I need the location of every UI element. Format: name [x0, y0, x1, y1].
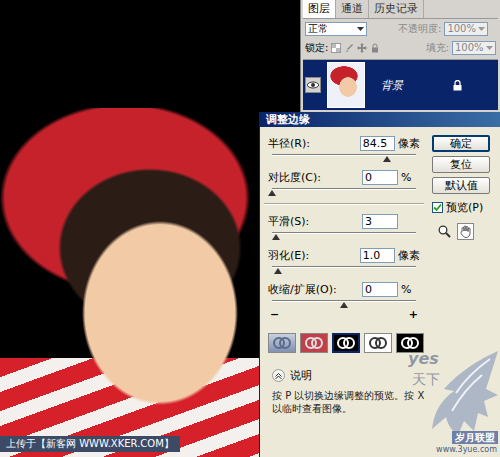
slider[interactable] [272, 185, 416, 197]
field-label: 平滑(S): [268, 214, 362, 229]
value-input[interactable]: 0 [362, 170, 398, 185]
eye-icon [307, 81, 319, 89]
dropdown-arrow-icon [478, 27, 485, 31]
rings-icon [399, 336, 421, 350]
lock-all-icon[interactable] [370, 43, 380, 53]
blend-mode-select[interactable]: 正常 [305, 22, 367, 36]
lock-brush-icon[interactable] [344, 43, 354, 53]
description-toggle[interactable]: 说明 [272, 367, 500, 383]
unit-label: 像素 [398, 136, 420, 151]
layers-panel: 图层通道历史记录正常不透明度:100%锁定:填充:100%背景 [300, 0, 500, 112]
slider-group: 羽化(E):1.0像素 [268, 247, 420, 275]
watermark-badge: 岁月联盟 [452, 431, 498, 444]
layer-name: 背景 [381, 78, 403, 93]
description-label: 说明 [290, 368, 312, 383]
opacity-label: 不透明度: [398, 22, 441, 36]
field-label: 对比度(C): [268, 170, 362, 185]
rings-icon [367, 336, 389, 350]
rings-icon [303, 336, 325, 350]
slider-thumb[interactable] [383, 156, 391, 162]
slider-thumb[interactable] [274, 268, 282, 274]
description-text: 按 P 以切换边缘调整的预览。按 X以临时查看图像。 [272, 389, 492, 415]
checkbox-box[interactable] [432, 202, 443, 213]
tools [432, 223, 490, 240]
slider-thumb[interactable] [268, 190, 276, 196]
value-input[interactable]: 3 [362, 214, 398, 229]
zoom-icon[interactable] [438, 225, 451, 238]
visibility-toggle[interactable] [305, 77, 321, 93]
view-mode-button[interactable] [396, 333, 424, 353]
checkbox-label: 预览(P) [446, 200, 483, 215]
slider[interactable] [272, 263, 416, 275]
slider-marks: −+ [268, 309, 420, 321]
fill-label: 填充: [426, 41, 449, 55]
lock-icon [453, 80, 462, 91]
dialog-title: 调整边缘 [260, 112, 500, 127]
panel-tab[interactable]: 通道 [336, 0, 369, 18]
layer-row[interactable]: 背景 [303, 59, 498, 110]
slider[interactable] [272, 297, 416, 309]
slider[interactable] [272, 151, 416, 163]
blend-row: 正常 不透明度:100% [303, 19, 498, 38]
slider-group: 对比度(C):0% [268, 169, 420, 197]
panel-tabs: 图层通道历史记录 [303, 0, 498, 19]
view-mode-button[interactable] [300, 333, 328, 353]
field-label: 羽化(E): [268, 248, 360, 263]
value-input[interactable]: 1.0 [360, 248, 395, 263]
preview-checkbox[interactable]: 预览(P) [432, 200, 490, 215]
dialog-button[interactable]: 默认值 [432, 177, 490, 194]
value-input[interactable]: 0 [362, 282, 398, 297]
slider[interactable] [272, 229, 416, 241]
refine-edge-dialog: 调整边缘半径(R):84.5像素对比度(C):0%平滑(S):3羽化(E):1.… [259, 112, 500, 457]
screen: 上传于【新客网 WWW.XKER.COM】图层通道历史记录正常不透明度:100%… [0, 0, 500, 457]
unit-label: 像素 [398, 248, 420, 263]
photo [0, 108, 262, 457]
slider-thumb[interactable] [272, 234, 280, 240]
unit-label: % [401, 283, 411, 296]
view-mode-button[interactable] [332, 333, 360, 353]
layer-thumbnail [327, 62, 365, 108]
unit-label: % [401, 171, 411, 184]
view-modes [260, 327, 500, 353]
fill-field[interactable]: 100% [452, 41, 496, 55]
watermark: yes 天下岁月联盟www.3yue.com [400, 345, 500, 457]
check-icon [433, 203, 442, 212]
slider-group: 平滑(S):3 [268, 213, 420, 241]
slider-group: 半径(R):84.5像素 [268, 135, 420, 163]
dialog-button[interactable]: 复位 [432, 156, 490, 173]
slider-mark: − [270, 309, 279, 321]
panel-tab[interactable]: 图层 [303, 0, 336, 18]
rings-icon [335, 336, 357, 350]
lock-move-icon[interactable] [357, 43, 367, 53]
upload-caption: 上传于【新客网 WWW.XKER.COM】 [0, 436, 180, 452]
watermark-brand: yes [408, 349, 439, 368]
wing-logo-icon [430, 349, 500, 439]
lock-transparency-icon[interactable] [331, 43, 341, 53]
value-input[interactable]: 84.5 [360, 136, 395, 151]
dropdown-arrow-icon [357, 27, 364, 31]
lock-label: 锁定: [305, 41, 328, 55]
hand-tool[interactable] [457, 223, 474, 240]
collapse-chevron-icon [272, 369, 285, 382]
field-label: 半径(R): [268, 136, 360, 151]
view-mode-button[interactable] [268, 333, 296, 353]
lock-row: 锁定: 填充:100% [303, 38, 498, 57]
dropdown-arrow-icon [486, 46, 493, 50]
watermark-url: www.3yue.com [436, 445, 497, 455]
view-mode-button[interactable] [364, 333, 392, 353]
dialog-button[interactable]: 确定 [432, 135, 490, 152]
opacity-field[interactable]: 100% [444, 22, 488, 36]
separator [264, 203, 424, 205]
slider-mark: + [409, 309, 418, 321]
watermark-brand-cn: 天下 [412, 371, 440, 389]
field-label: 收缩/扩展(O): [268, 282, 362, 297]
rings-icon [271, 336, 293, 350]
slider-thumb[interactable] [340, 302, 348, 308]
hand-icon [459, 225, 472, 238]
slider-group: 收缩/扩展(O):0%−+ [268, 281, 420, 321]
panel-tab[interactable]: 历史记录 [369, 0, 424, 18]
